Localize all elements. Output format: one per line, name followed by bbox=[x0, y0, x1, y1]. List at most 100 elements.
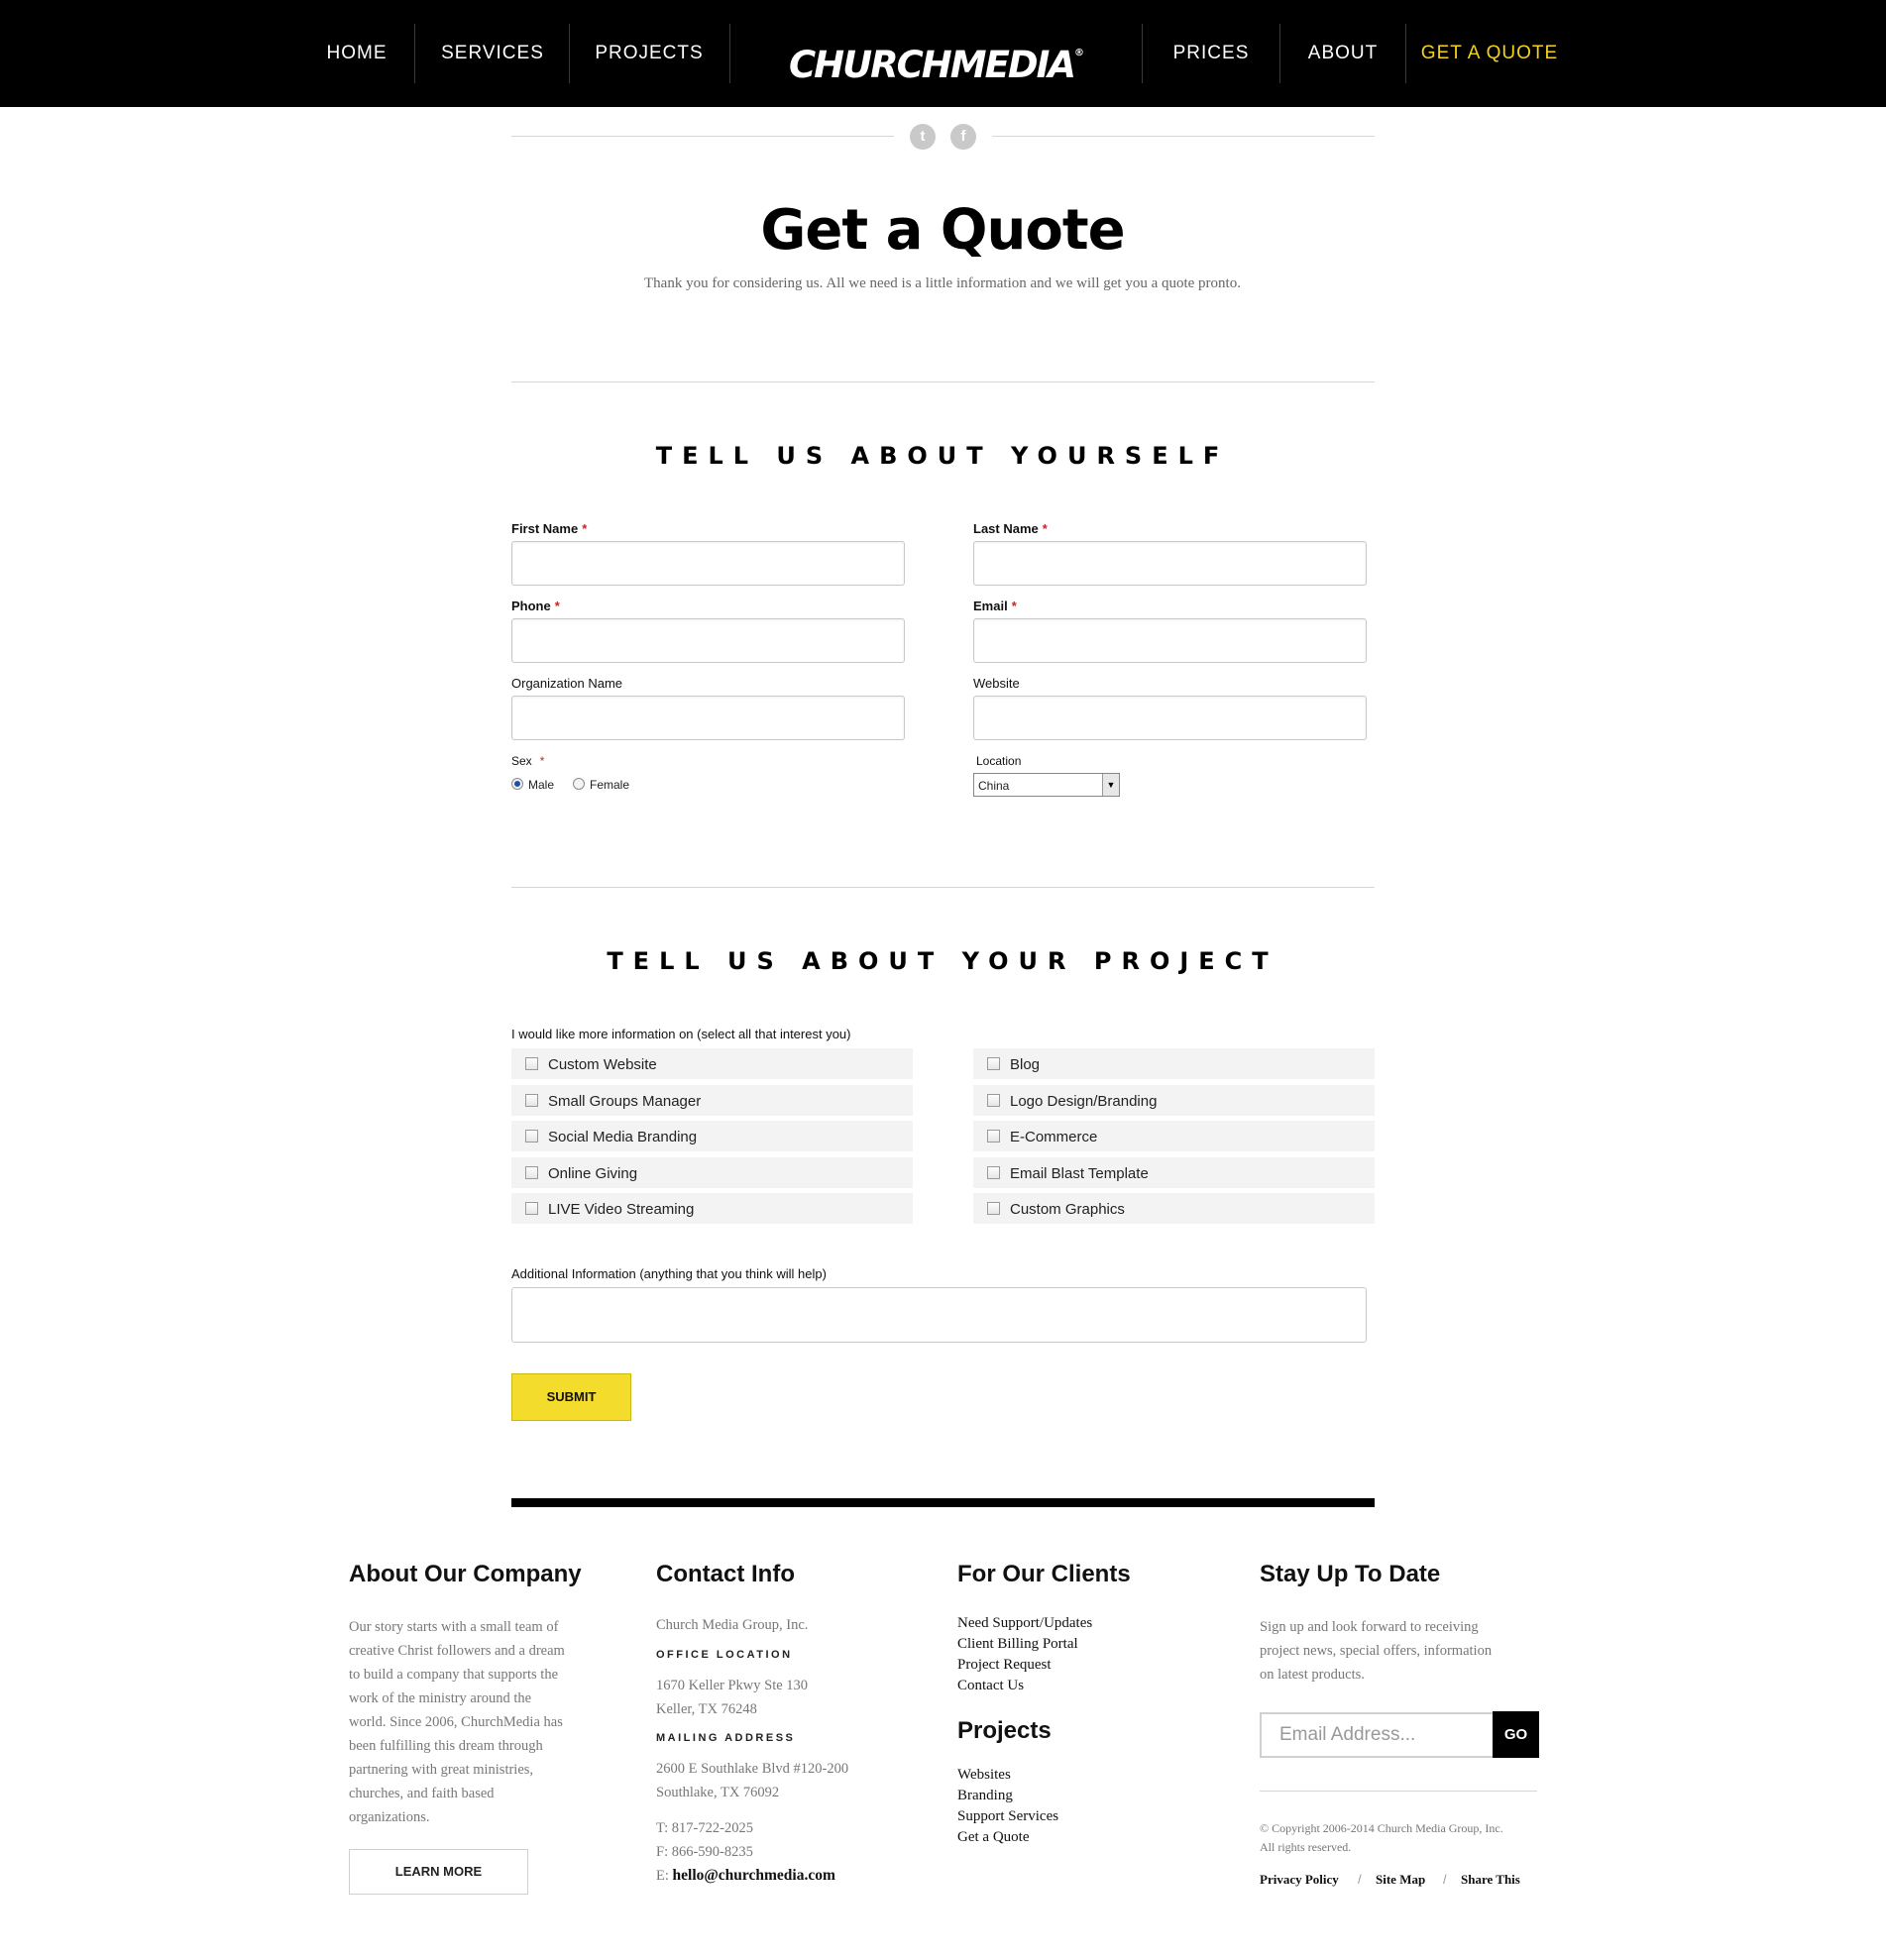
last-name-label: Last Name * bbox=[973, 521, 1048, 536]
required-asterisk: * bbox=[539, 754, 545, 768]
link-project-request[interactable]: Project Request bbox=[957, 1657, 1052, 1674]
checkbox-icon bbox=[525, 1166, 538, 1179]
contact-email-line: E: hello@churchmedia.com bbox=[656, 1867, 835, 1884]
first-name-field[interactable] bbox=[511, 541, 905, 586]
email-field[interactable] bbox=[973, 618, 1367, 663]
website-field[interactable] bbox=[973, 696, 1367, 740]
required-asterisk: * bbox=[582, 521, 588, 536]
nav-get-a-quote[interactable]: GET A QUOTE bbox=[1419, 0, 1560, 107]
phone-number: T: 817-722-2025 bbox=[656, 1820, 753, 1836]
phone-label: Phone * bbox=[511, 599, 560, 613]
link-need-support[interactable]: Need Support/Updates bbox=[957, 1615, 1092, 1632]
page-title: Get a Quote bbox=[760, 198, 1125, 263]
phone-field[interactable] bbox=[511, 618, 905, 663]
nav-prices[interactable]: PRICES bbox=[1162, 0, 1261, 107]
nav-projects[interactable]: PROJECTS bbox=[587, 0, 712, 107]
submit-button[interactable]: SUBMIT bbox=[511, 1373, 631, 1421]
first-name-label: First Name * bbox=[511, 521, 588, 536]
section-divider bbox=[511, 381, 1375, 382]
mailing-address: 2600 E Southlake Blvd #120-200 Southlake… bbox=[656, 1761, 849, 1800]
newsletter-text: Sign up and look forward to receiving pr… bbox=[1260, 1619, 1493, 1683]
checkbox-icon bbox=[525, 1057, 538, 1070]
nav-divider bbox=[729, 24, 730, 83]
footer-contact-heading: Contact Info bbox=[656, 1561, 795, 1587]
radio-female[interactable]: Female bbox=[573, 778, 629, 792]
office-location-label: OFFICE LOCATION bbox=[656, 1649, 793, 1661]
nav-divider bbox=[1279, 24, 1280, 83]
required-asterisk: * bbox=[1011, 599, 1017, 613]
checkbox-live-video-streaming[interactable]: LIVE Video Streaming bbox=[511, 1193, 913, 1224]
link-support-services[interactable]: Support Services bbox=[957, 1808, 1058, 1825]
website-label: Website bbox=[973, 676, 1020, 691]
contact-numbers: T: 817-722-2025 F: 866-590-8235 E: hello… bbox=[656, 1816, 835, 1888]
page-subtitle: Thank you for considering us. All we nee… bbox=[644, 275, 1241, 291]
sex-label: Sex * bbox=[511, 754, 545, 768]
location-select[interactable]: China ▼ bbox=[973, 773, 1120, 797]
checkbox-icon bbox=[525, 1094, 538, 1107]
mailing-address-label: MAILING ADDRESS bbox=[656, 1732, 796, 1744]
nav-divider bbox=[1142, 24, 1143, 83]
checkbox-custom-website[interactable]: Custom Website bbox=[511, 1048, 913, 1079]
divider-line bbox=[992, 136, 1375, 137]
footer-updates-heading: Stay Up To Date bbox=[1260, 1561, 1441, 1587]
checkbox-blog[interactable]: Blog bbox=[973, 1048, 1375, 1079]
additional-info-textarea[interactable] bbox=[511, 1287, 1367, 1343]
divider-line bbox=[511, 136, 894, 137]
checkbox-email-blast-template[interactable]: Email Blast Template bbox=[973, 1157, 1375, 1188]
nav-divider bbox=[1405, 24, 1406, 83]
interest-intro: I would like more information on (select… bbox=[511, 1027, 851, 1041]
learn-more-button[interactable]: LEARN MORE bbox=[349, 1849, 528, 1895]
section-divider bbox=[511, 887, 1375, 888]
footer-projects-heading: Projects bbox=[957, 1717, 1052, 1744]
nav-services[interactable]: SERVICES bbox=[432, 0, 553, 107]
company-name: Church Media Group, Inc. bbox=[656, 1617, 809, 1633]
twitter-icon[interactable]: t bbox=[910, 124, 936, 150]
share-this-link[interactable]: Share This bbox=[1461, 1872, 1520, 1888]
newsletter-go-button[interactable]: GO bbox=[1493, 1711, 1539, 1758]
privacy-policy-link[interactable]: Privacy Policy bbox=[1260, 1872, 1339, 1888]
nav-about[interactable]: ABOUT bbox=[1300, 0, 1386, 107]
footer-top-bar bbox=[511, 1498, 1375, 1507]
checkbox-icon bbox=[525, 1130, 538, 1143]
footer-about-text: Our story starts with a small team of cr… bbox=[349, 1619, 565, 1825]
fax-number: F: 866-590-8235 bbox=[656, 1844, 753, 1860]
checkbox-custom-graphics[interactable]: Custom Graphics bbox=[973, 1193, 1375, 1224]
link-contact-us[interactable]: Contact Us bbox=[957, 1678, 1024, 1694]
checkbox-e-commerce[interactable]: E-Commerce bbox=[973, 1121, 1375, 1151]
location-label: Location bbox=[976, 754, 1022, 768]
last-name-field[interactable] bbox=[973, 541, 1367, 586]
nav-divider bbox=[569, 24, 570, 83]
office-address: 1670 Keller Pkwy Ste 130 Keller, TX 7624… bbox=[656, 1678, 809, 1717]
newsletter-email-input[interactable]: Email Address... bbox=[1260, 1712, 1494, 1758]
radio-male[interactable]: Male bbox=[511, 778, 554, 792]
site-map-link[interactable]: Site Map bbox=[1376, 1872, 1425, 1888]
contact-email-link[interactable]: hello@churchmedia.com bbox=[673, 1867, 835, 1884]
link-separator: / bbox=[1443, 1872, 1447, 1887]
organization-field[interactable] bbox=[511, 696, 905, 740]
top-navigation-bar: HOME SERVICES PROJECTS CHURCHMEDIA® PRIC… bbox=[0, 0, 1886, 107]
additional-info-label: Additional Information (anything that yo… bbox=[511, 1266, 827, 1281]
checkbox-small-groups-manager[interactable]: Small Groups Manager bbox=[511, 1085, 913, 1116]
footer-about-heading: About Our Company bbox=[349, 1561, 582, 1587]
footer-divider bbox=[1260, 1791, 1537, 1792]
section-heading-project: TELL US ABOUT YOUR PROJECT bbox=[607, 947, 1278, 975]
required-asterisk: * bbox=[554, 599, 560, 613]
churchmedia-logo[interactable]: CHURCHMEDIA® bbox=[763, 0, 1110, 107]
required-asterisk: * bbox=[1042, 521, 1048, 536]
email-label: Email * bbox=[973, 599, 1017, 613]
link-get-a-quote[interactable]: Get a Quote bbox=[957, 1829, 1029, 1846]
checkbox-icon bbox=[987, 1057, 1000, 1070]
nav-divider bbox=[414, 24, 415, 83]
link-separator: / bbox=[1358, 1872, 1362, 1887]
nav-home[interactable]: HOME bbox=[313, 0, 400, 107]
link-websites[interactable]: Websites bbox=[957, 1767, 1011, 1784]
link-branding[interactable]: Branding bbox=[957, 1788, 1013, 1804]
checkbox-online-giving[interactable]: Online Giving bbox=[511, 1157, 913, 1188]
checkbox-icon bbox=[987, 1166, 1000, 1179]
facebook-icon[interactable]: f bbox=[950, 124, 976, 150]
registered-mark: ® bbox=[1073, 48, 1084, 58]
organization-label: Organization Name bbox=[511, 676, 622, 691]
checkbox-logo-design-branding[interactable]: Logo Design/Branding bbox=[973, 1085, 1375, 1116]
link-client-billing[interactable]: Client Billing Portal bbox=[957, 1636, 1078, 1653]
checkbox-social-media-branding[interactable]: Social Media Branding bbox=[511, 1121, 913, 1151]
